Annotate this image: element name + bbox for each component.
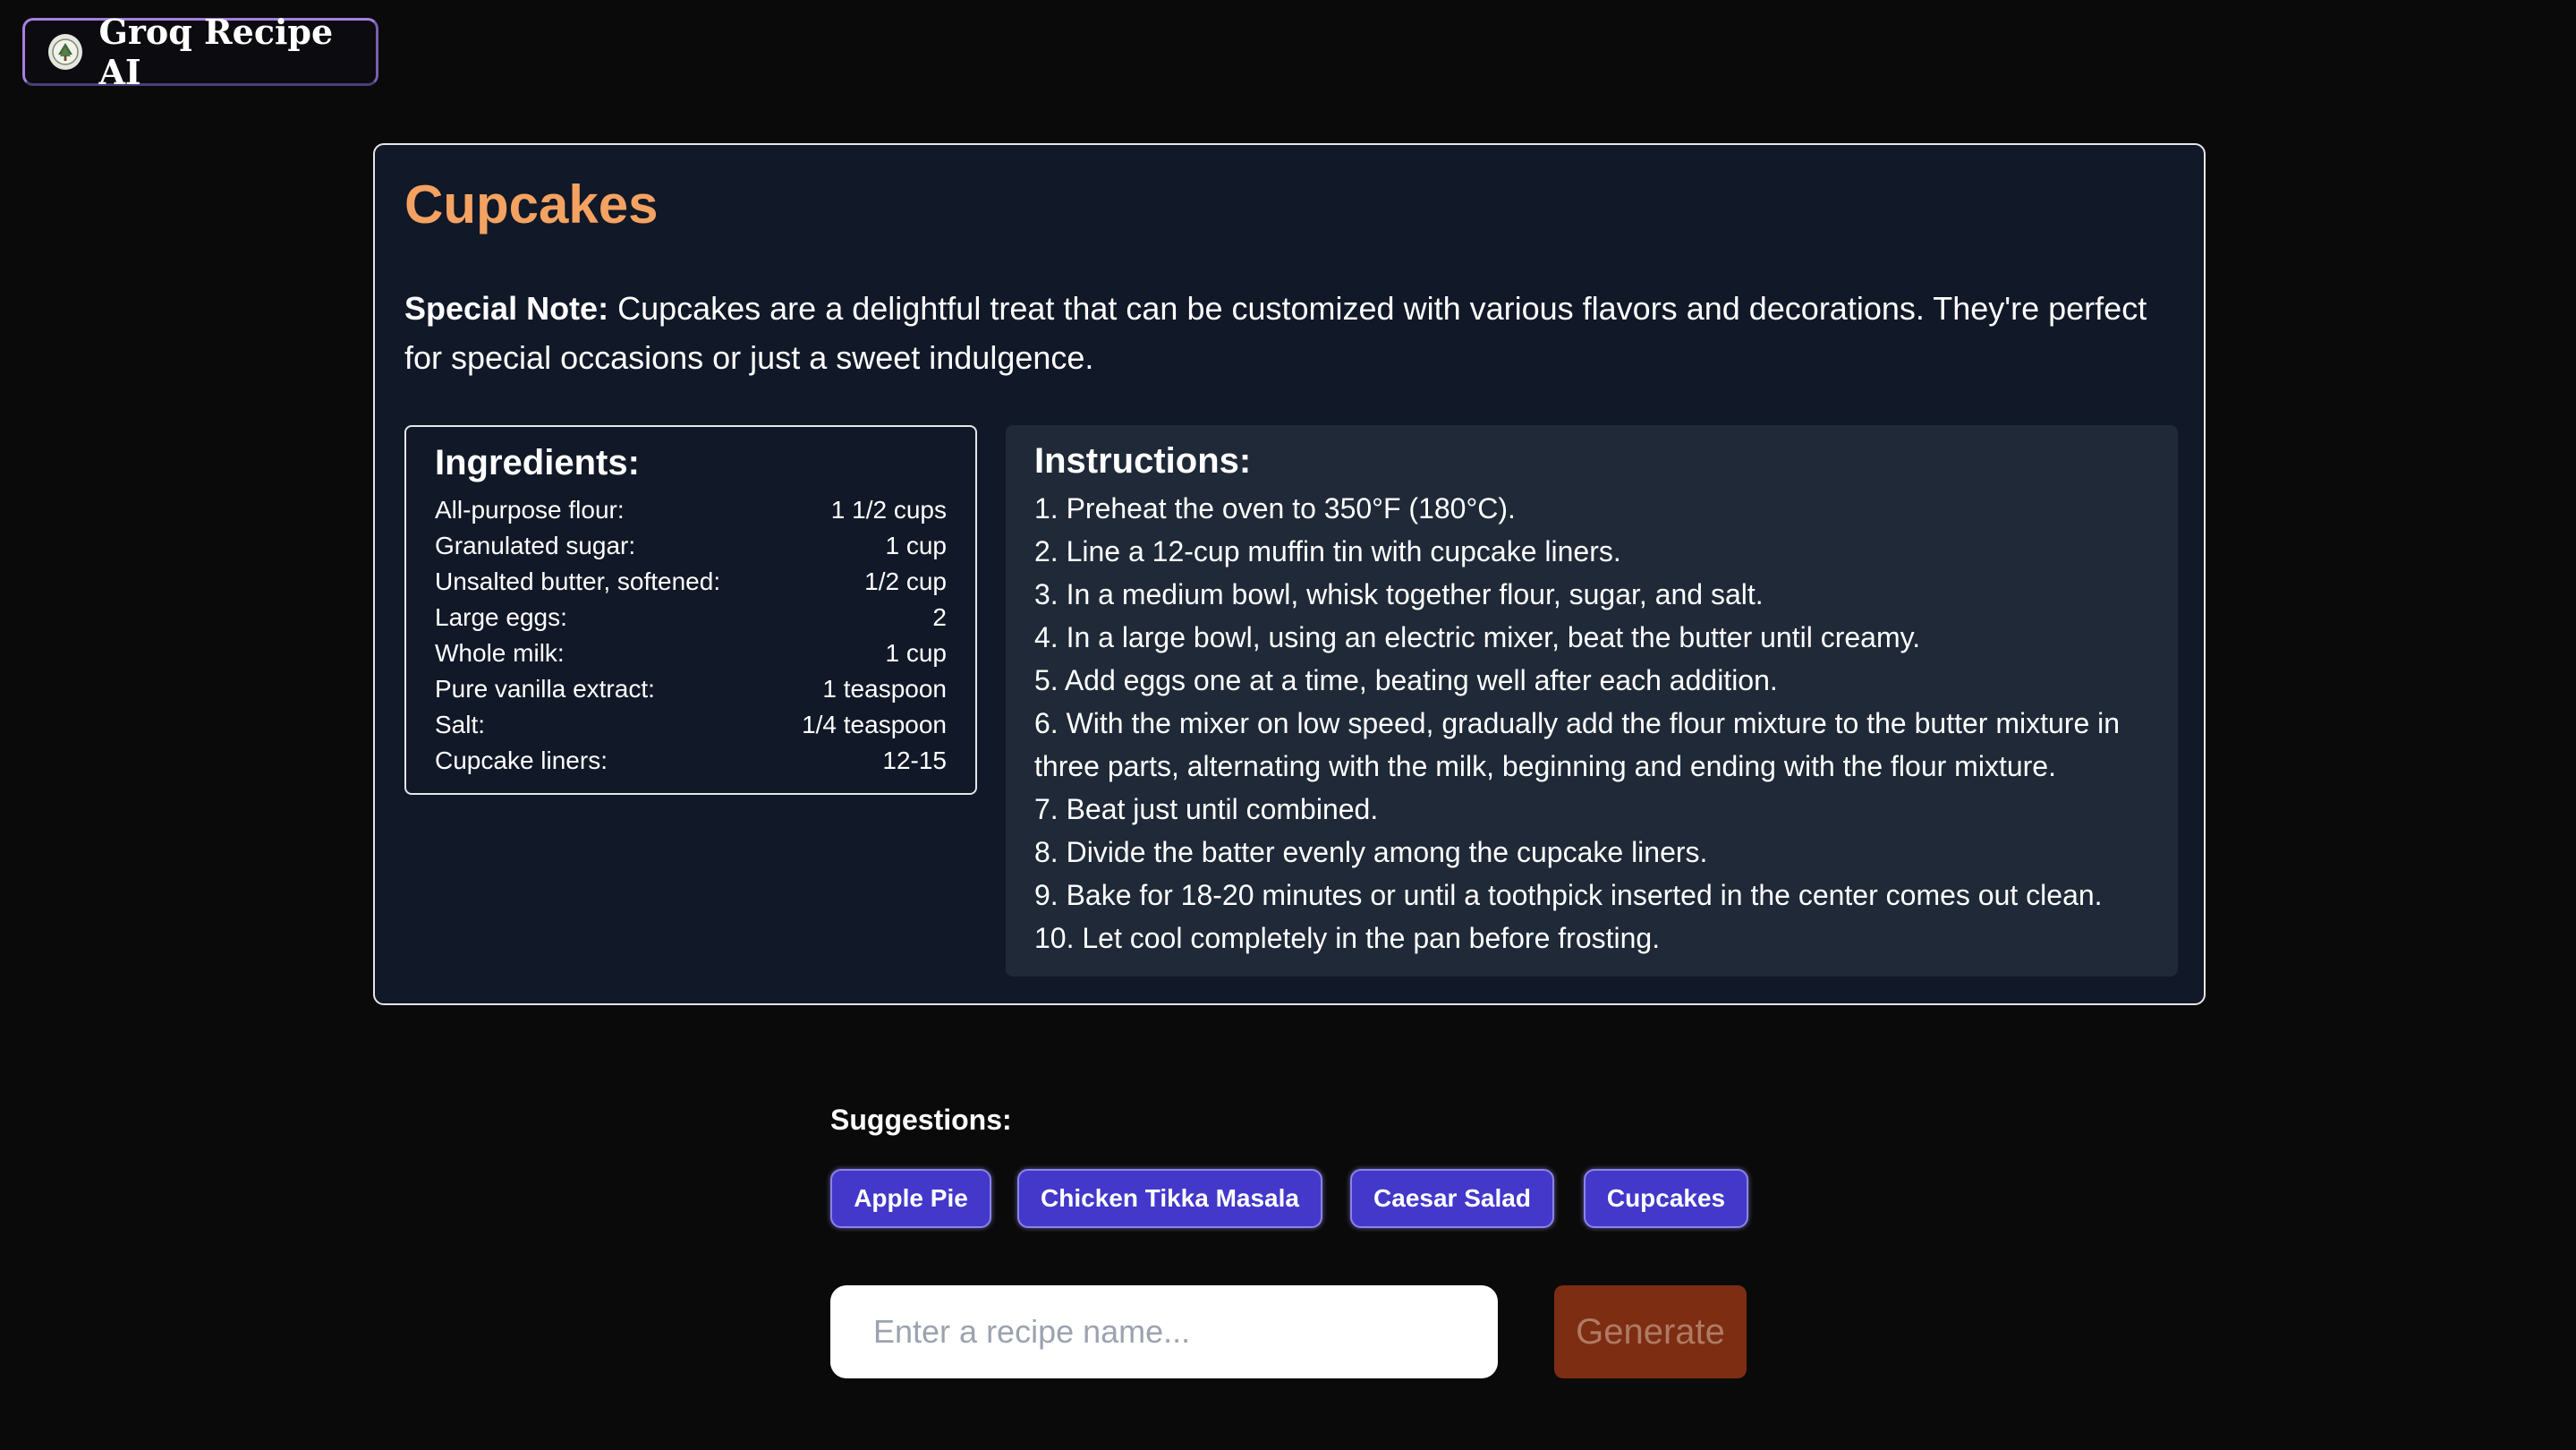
instruction-step: 1. Preheat the oven to 350°F (180°C).	[1034, 492, 1516, 525]
ingredient-row: All-purpose flour: 1 1/2 cups	[435, 492, 947, 528]
ingredient-name: Granulated sugar:	[435, 532, 636, 559]
instruction-step: 2. Line a 12-cup muffin tin with cupcake…	[1034, 535, 1621, 567]
ingredient-amount: 2	[932, 603, 947, 631]
ingredient-row: Pure vanilla extract: 1 teaspoon	[435, 671, 947, 707]
ingredients-panel: Ingredients: All-purpose flour: 1 1/2 cup…	[404, 425, 977, 795]
instructions-heading: Instructions:	[1034, 441, 1252, 481]
ingredient-name: Whole milk:	[435, 639, 565, 667]
recipe-name-input[interactable]	[830, 1285, 1498, 1378]
recipe-card: Cupcakes Special Note: Cupcakes are a de…	[373, 143, 2206, 1005]
instruction-step: 4. In a large bowl, using an electric mi…	[1034, 621, 1921, 653]
ingredient-row: Salt: 1/4 teaspoon	[435, 707, 947, 743]
suggestion-chip-caesar-salad[interactable]: Caesar Salad	[1350, 1169, 1554, 1228]
suggestion-chip-apple-pie[interactable]: Apple Pie	[830, 1169, 991, 1228]
ingredient-row: Whole milk: 1 cup	[435, 635, 947, 671]
ingredient-amount: 1 1/2 cups	[830, 496, 947, 524]
ingredient-name: Unsalted butter, softened:	[435, 567, 721, 595]
ingredient-row: Large eggs: 2	[435, 600, 947, 635]
ingredients-heading: Ingredients:	[435, 443, 640, 482]
ingredient-amount: 1 teaspoon	[822, 675, 947, 703]
suggestion-chip-cupcakes[interactable]: Cupcakes	[1584, 1169, 1748, 1228]
app-title: Groq Recipe AI	[98, 12, 334, 92]
instruction-step: 7. Beat just until combined.	[1034, 793, 1379, 825]
instructions-panel: Instructions: 1. Preheat the oven to 350…	[1006, 425, 2178, 977]
special-note: Special Note: Cupcakes are a delightful …	[404, 284, 2158, 382]
ingredient-name: Large eggs:	[435, 603, 567, 631]
ingredient-amount: 1 cup	[885, 532, 948, 559]
ingredient-amount: 1 cup	[885, 639, 948, 667]
ingredient-row: Unsalted butter, softened: 1/2 cup	[435, 564, 947, 600]
ingredient-row: Cupcake liners: 12-15	[435, 743, 947, 779]
ingredient-row: Granulated sugar: 1 cup	[435, 528, 947, 564]
instructions-list: 1. Preheat the oven to 350°F (180°C). 2. …	[1034, 487, 2149, 960]
ingredient-name: Salt:	[435, 711, 486, 738]
tree-emblem-icon	[48, 34, 83, 70]
ingredients-list: All-purpose flour: 1 1/2 cups Granulated s…	[435, 492, 947, 779]
ingredient-name: Pure vanilla extract:	[435, 675, 655, 703]
ingredient-amount: 1/2 cup	[864, 567, 947, 595]
recipe-title: Cupcakes	[404, 175, 659, 235]
suggestions-label: Suggestions:	[830, 1104, 1012, 1136]
instruction-step: 10. Let cool completely in the pan befor…	[1034, 922, 1661, 954]
ingredient-amount: 1/4 teaspoon	[802, 711, 947, 738]
special-note-label: Special Note:	[404, 290, 609, 327]
special-note-text: Cupcakes are a delightful treat that can…	[404, 290, 2147, 376]
instruction-step: 5. Add eggs one at a time, beating well …	[1034, 664, 1778, 696]
app-logo[interactable]: Groq Recipe AI	[22, 12, 378, 92]
instruction-step: 6. With the mixer on low speed, graduall…	[1034, 707, 2121, 782]
generate-button[interactable]: Generate	[1554, 1285, 1747, 1378]
suggestion-chip-chicken-tikka-masala[interactable]: Chicken Tikka Masala	[1017, 1169, 1322, 1228]
ingredient-amount: 12-15	[882, 746, 947, 774]
ingredient-name: All-purpose flour:	[435, 496, 625, 524]
instruction-step: 8. Divide the batter evenly among the cu…	[1034, 836, 1708, 868]
instruction-step: 9. Bake for 18-20 minutes or until a too…	[1034, 879, 2103, 911]
instruction-step: 3. In a medium bowl, whisk together flou…	[1034, 578, 1764, 610]
ingredient-name: Cupcake liners:	[435, 746, 608, 774]
